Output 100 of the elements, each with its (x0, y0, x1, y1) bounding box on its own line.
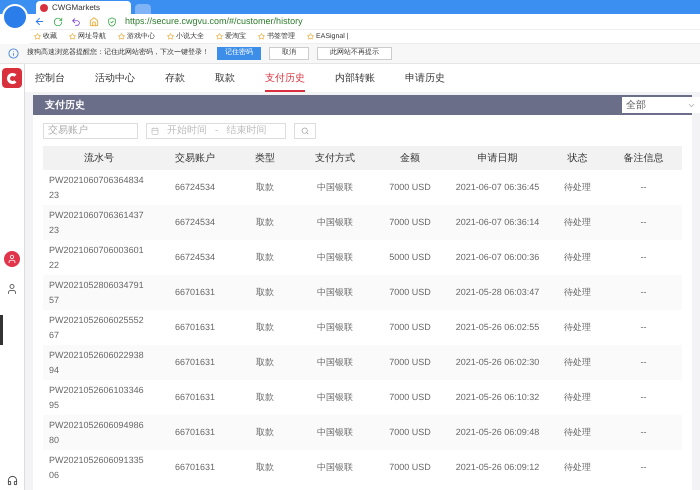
table-cell-text: 中国银联 (317, 216, 353, 229)
nav-tab[interactable]: 存款 (165, 66, 185, 92)
table-cell-text: PW202106070600360122 (49, 244, 145, 272)
table-cell-text: 取款 (256, 320, 274, 334)
back-icon[interactable] (34, 16, 45, 27)
column-header: 申请日期 (478, 152, 518, 166)
table-cell-text: 66724534 (174, 216, 216, 229)
table-cell-text: 66724534 (174, 180, 216, 194)
table-cell-text: 待处理 (564, 286, 591, 299)
table-cell-text: -- (640, 390, 646, 404)
table-cell-text: 中国银联 (317, 320, 353, 334)
table-cell-text: 7000 USD (389, 216, 431, 229)
table-cell-text: 中国银联 (317, 250, 353, 264)
table-cell-text: 待处理 (564, 216, 591, 229)
bookmark-icon (167, 33, 174, 40)
status-select[interactable]: 全部 (622, 97, 700, 113)
headset-icon[interactable] (6, 475, 18, 486)
table-cell-text: 7000 USD (389, 320, 431, 334)
app-logo-icon (40, 4, 48, 12)
search-icon (301, 126, 309, 134)
table-cell-text: 2021-05-26 06:02:30 (456, 356, 540, 369)
bookmark-icon (307, 33, 314, 40)
table-cell-text: 2021-05-28 06:03:47 (456, 286, 540, 299)
table-cell-text: PW202106070636143723 (49, 208, 145, 236)
table-cell-text: 2021-05-26 06:10:32 (456, 390, 540, 404)
table-cell-text: 取款 (256, 390, 274, 404)
tab-title: CWGMarkets (52, 4, 100, 12)
table-cell-text: 7000 USD (389, 180, 431, 194)
table-cell-text: 7000 USD (389, 286, 431, 299)
table-cell-text: 2021-05-26 06:09:48 (456, 426, 540, 439)
column-header: 交易账户 (175, 152, 215, 166)
table-cell-text: 66701631 (174, 460, 216, 474)
bookmark-icon (258, 33, 265, 40)
table-cell-text: 7000 USD (389, 356, 431, 369)
table-cell-text: 取款 (256, 180, 274, 194)
table-cell-text: 中国银联 (317, 460, 353, 474)
column-header: 流水号 (84, 152, 114, 166)
table-cell-text: 7000 USD (389, 390, 431, 404)
reload-icon[interactable] (53, 16, 63, 26)
table-cell-text: 取款 (256, 286, 274, 299)
column-header: 状态 (568, 152, 588, 166)
nav-tab[interactable]: 申请历史 (405, 66, 445, 92)
table-cell-text: 7000 USD (389, 460, 431, 474)
table-cell-text: 中国银联 (317, 180, 353, 194)
url-field[interactable]: https://secure.cwgvu.com/#/customer/history (125, 17, 303, 26)
nav-tab[interactable]: 内部转账 (335, 66, 375, 92)
table-cell-text: 待处理 (564, 250, 591, 264)
table-cell-text: PW202105280603479157 (49, 278, 145, 306)
column-header: 类型 (255, 152, 275, 166)
info-icon (8, 48, 19, 59)
table-cell-text: 2021-06-07 06:36:45 (456, 180, 540, 194)
table-cell-text: PW202105260609133506 (49, 454, 145, 482)
table-cell-text: 待处理 (564, 320, 591, 334)
table-cell-text: 66701631 (174, 426, 216, 439)
table-cell-text: 取款 (256, 216, 274, 229)
table-cell-text: 2021-05-26 06:09:12 (456, 460, 540, 474)
undo-icon[interactable] (71, 16, 81, 26)
avatar-icon[interactable] (4, 251, 20, 267)
table-cell-text: 66701631 (174, 390, 216, 404)
table-cell-text: 2021-06-07 06:00:36 (456, 250, 540, 264)
scroll-indicator (0, 315, 3, 345)
account-input[interactable]: 交易账户 (43, 122, 138, 138)
table-cell-text: 待处理 (564, 460, 591, 474)
table-cell-text: 中国银联 (317, 390, 353, 404)
table-cell-text: -- (640, 216, 646, 229)
browser-tab[interactable]: CWGMarkets (36, 1, 131, 14)
bookmark-icon (69, 33, 76, 40)
table-cell-text: 66701631 (174, 356, 216, 369)
search-button[interactable] (294, 122, 316, 138)
nav-tab[interactable]: 取款 (215, 66, 235, 92)
table-cell-text: -- (640, 320, 646, 334)
nav-tab[interactable]: 控制台 (35, 66, 65, 92)
table-cell-text: PW202106070636483423 (49, 174, 145, 202)
table-cell-text: 2021-05-26 06:02:55 (456, 320, 540, 334)
table-cell-text: 中国银联 (317, 426, 353, 439)
table-cell-text: PW202105260602293894 (49, 348, 145, 376)
table-cell-text: -- (640, 426, 646, 439)
table-cell-text: 2021-06-07 06:36:14 (456, 216, 540, 229)
table-cell-text: 待处理 (564, 426, 591, 439)
table-cell-text: -- (640, 286, 646, 299)
bookmark-icon (118, 33, 125, 40)
profile-icon[interactable] (6, 283, 18, 295)
table-cell-text: -- (640, 356, 646, 369)
table-cell-text: PW202105260610334695 (49, 384, 145, 412)
column-header: 支付方式 (315, 152, 355, 166)
table-cell-text: 中国银联 (317, 286, 353, 299)
secure-icon (107, 16, 117, 26)
nav-tab[interactable]: 活动中心 (95, 66, 135, 92)
home-icon[interactable] (89, 16, 99, 26)
bookmark-icon (34, 33, 41, 40)
bookmark-icon (216, 33, 223, 40)
table-cell-text: -- (640, 460, 646, 474)
column-header: 金额 (400, 152, 420, 166)
table-cell-text: 5000 USD (389, 250, 431, 264)
table-cell-text: 取款 (256, 356, 274, 369)
table-cell-text: 中国银联 (317, 356, 353, 369)
table-cell-text: PW202105260602555267 (49, 314, 145, 342)
table-cell-text: 取款 (256, 426, 274, 439)
column-header: 备注信息 (624, 152, 664, 166)
nav-tab[interactable]: 支付历史 (265, 66, 305, 92)
